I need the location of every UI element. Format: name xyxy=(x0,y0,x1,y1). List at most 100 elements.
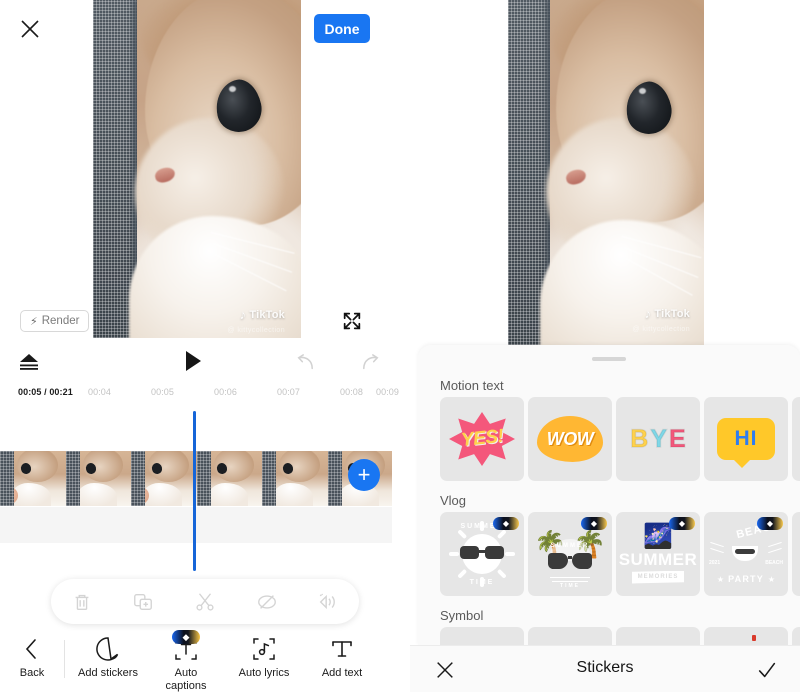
sticker-tile[interactable]: 🌴 🌴 SUMMER TIME ◆ xyxy=(528,512,612,596)
editor-bottom-nav: Back Add stickers ◆ Auto captions Auto l… xyxy=(0,630,410,692)
bolt-icon: ⚡ xyxy=(30,315,38,328)
delete-icon[interactable] xyxy=(71,591,93,613)
volume-icon[interactable] xyxy=(317,591,339,613)
text-icon xyxy=(304,634,380,664)
sticker-tile[interactable]: BEACH 2021 BEACH ★ PARTY ★ ◆ xyxy=(704,512,788,596)
render-button[interactable]: ⚡ Render xyxy=(20,310,90,332)
watermark-label: TikTok xyxy=(249,308,285,321)
secondary-track[interactable] xyxy=(0,507,392,543)
sticker-icon xyxy=(70,634,146,664)
ruler-tick: 00:07 xyxy=(277,387,301,397)
render-label: Render xyxy=(41,315,80,327)
sticker-tile[interactable]: B Y E xyxy=(616,397,700,481)
timeline-frame[interactable] xyxy=(262,451,328,506)
sticker-art-yes: YES! xyxy=(440,397,524,481)
eject-icon[interactable] xyxy=(18,353,40,373)
shell-icon: 🌌 xyxy=(643,522,673,550)
diamond-icon: ◆ xyxy=(182,631,190,642)
sticker-label: WOW xyxy=(546,428,594,449)
sidebar-item-auto-captions[interactable]: ◆ Auto captions xyxy=(148,630,224,692)
sticker-arc-top: SUMMER xyxy=(550,543,590,549)
cat-eye-glint xyxy=(229,86,236,92)
watermark-label: TikTok xyxy=(654,307,690,320)
ruler-tick: 00:04 xyxy=(88,387,112,397)
ruler-tick: 00:08 xyxy=(340,387,364,397)
add-clip-button[interactable]: + xyxy=(348,459,380,491)
pro-badge: ◆ xyxy=(757,517,783,530)
sticker-sheet: Motion text YES! WOW B Y E HI Vlog TIME … xyxy=(418,345,800,647)
sticker-tile[interactable] xyxy=(792,627,800,647)
nav-label-add-stickers: Add stickers xyxy=(78,667,138,679)
sticker-right-label: BEACH xyxy=(765,560,783,566)
video-preview[interactable]: ♪ TikTok @ kittycollection xyxy=(93,0,301,338)
diamond-icon: ◆ xyxy=(590,518,598,528)
playhead[interactable] xyxy=(193,411,196,571)
sidebar-item-add-text[interactable]: Add text xyxy=(304,634,380,680)
section-title-motion-text: Motion text xyxy=(440,378,504,393)
sticker-tile[interactable]: 🌌 SUMMER MEMORIES ◆ xyxy=(616,512,700,596)
diamond-icon: ◆ xyxy=(502,518,510,528)
close-icon[interactable] xyxy=(18,17,42,41)
sticker-tile[interactable] xyxy=(792,397,800,481)
timeline-frame[interactable] xyxy=(131,451,197,506)
sticker-label: SUMMER xyxy=(618,549,698,569)
cat-eye-glint xyxy=(639,88,646,94)
sticker-tile[interactable]: SUMMER TIME ◆ xyxy=(440,512,524,596)
section-title-symbol: Symbol xyxy=(440,608,484,623)
app-root: ♪ TikTok @ kittycollection Done ⚡ Render xyxy=(0,0,800,692)
sticker-art-bye: B Y E xyxy=(616,397,700,481)
sheet-drag-handle[interactable] xyxy=(592,357,626,361)
nav-label-auto-captions: Auto captions xyxy=(148,667,224,692)
sun-icon: SUMMER TIME xyxy=(449,521,515,587)
timeline[interactable] xyxy=(0,406,410,576)
clip-action-bar xyxy=(51,579,359,624)
timeline-ruler[interactable]: 00:05 / 00:21 00:04 00:05 00:06 00:07 00… xyxy=(0,384,410,406)
sticker-art-hi: HI xyxy=(704,397,788,481)
nav-divider xyxy=(64,640,65,678)
redo-arrow-icon[interactable] xyxy=(360,354,382,372)
ruler-tick: 00:06 xyxy=(214,387,238,397)
video-frame-image xyxy=(93,0,301,338)
sticker-label: YES! xyxy=(459,425,505,452)
video-preview-right[interactable]: ♪ TikTok @ kittycollection xyxy=(508,0,704,345)
split-icon[interactable] xyxy=(194,591,216,613)
sidebar-item-auto-lyrics[interactable]: Auto lyrics xyxy=(226,634,302,680)
video-track[interactable] xyxy=(0,451,392,506)
timeline-frame[interactable] xyxy=(196,451,262,506)
watermark-handle: @ kittycollection xyxy=(227,327,285,334)
tiktok-watermark: ♪ TikTok xyxy=(645,306,690,321)
sticker-tile[interactable] xyxy=(440,627,524,647)
check-icon[interactable] xyxy=(756,659,778,681)
sticker-tile[interactable]: HI xyxy=(704,397,788,481)
coconut-icon xyxy=(732,546,758,561)
sticker-tile[interactable] xyxy=(528,627,612,647)
sticker-bottom-label: PARTY xyxy=(728,574,764,584)
sticker-letter-b: B xyxy=(630,424,650,453)
sticker-tile[interactable] xyxy=(704,627,788,647)
nav-label-auto-lyrics: Auto lyrics xyxy=(238,667,290,679)
sticker-tile[interactable] xyxy=(792,512,800,596)
hide-icon[interactable] xyxy=(256,591,278,613)
pro-badge: ◆ xyxy=(581,517,607,530)
music-note-icon: ♪ xyxy=(239,307,247,322)
sticker-arc-bottom: TIME xyxy=(469,579,495,586)
sticker-tile[interactable]: WOW xyxy=(528,397,612,481)
sticker-picker-panel: ♪ TikTok @ kittycollection Motion text Y… xyxy=(410,0,800,692)
timeline-frame[interactable] xyxy=(0,451,66,506)
undo-arrow-icon[interactable] xyxy=(294,354,316,372)
play-icon[interactable] xyxy=(186,351,201,371)
timeline-frame[interactable] xyxy=(65,451,131,506)
sticker-tile[interactable]: YES! xyxy=(440,397,524,481)
lyrics-icon xyxy=(226,634,302,664)
transport-controls xyxy=(0,344,410,384)
sidebar-item-back[interactable]: Back xyxy=(0,634,70,680)
sheet-title: Stickers xyxy=(576,659,634,676)
music-note-icon: ♪ xyxy=(644,306,652,321)
sidebar-item-add-stickers[interactable]: Add stickers xyxy=(70,634,146,680)
nav-label-line1: Auto xyxy=(174,667,198,679)
expand-icon[interactable] xyxy=(341,310,363,332)
sticker-tile[interactable] xyxy=(616,627,700,647)
copy-icon[interactable] xyxy=(132,591,154,613)
current-time-label: 00:05 / 00:21 xyxy=(18,387,73,397)
done-button[interactable]: Done xyxy=(314,14,370,43)
